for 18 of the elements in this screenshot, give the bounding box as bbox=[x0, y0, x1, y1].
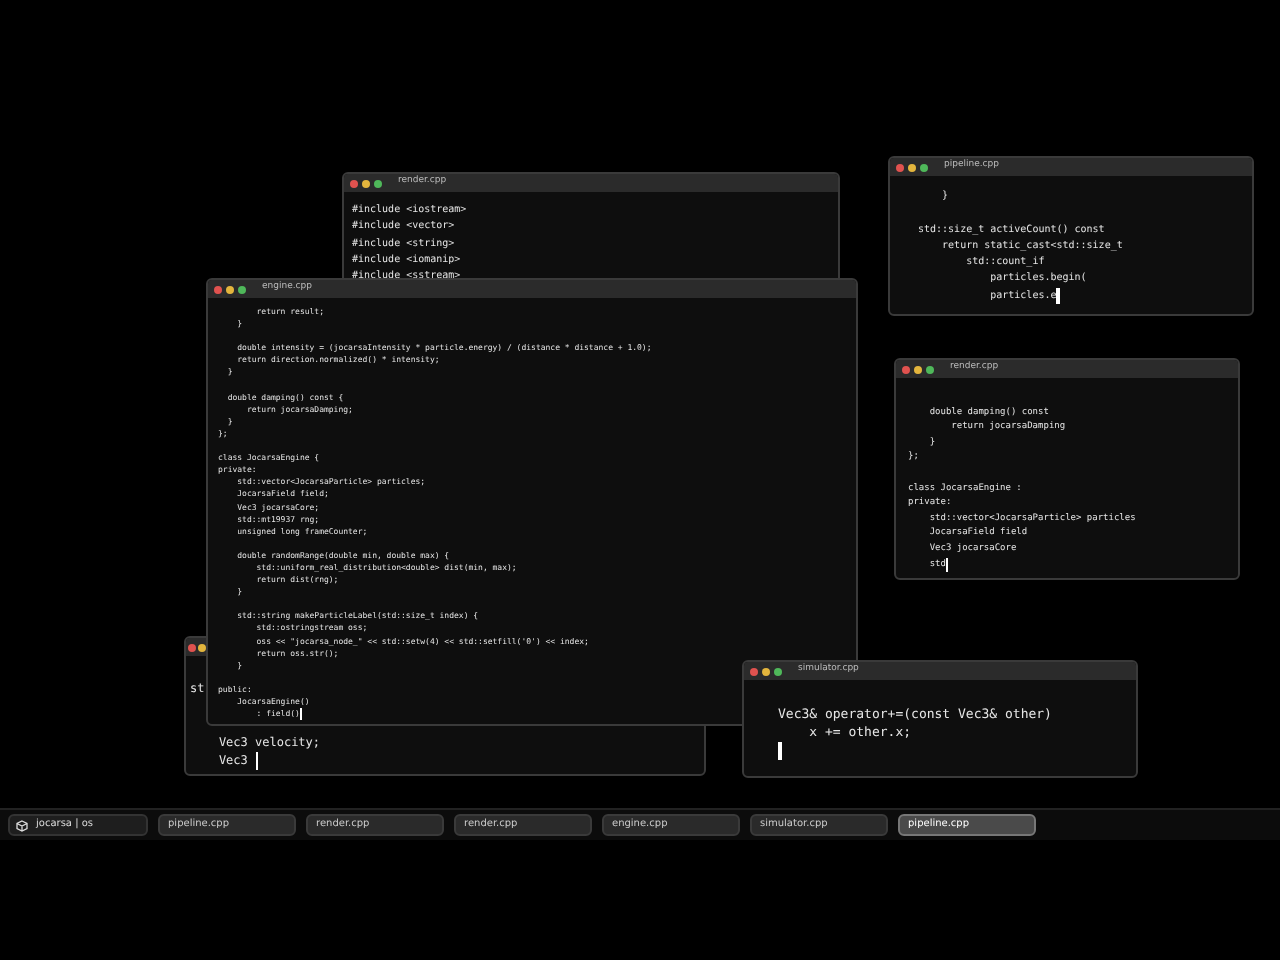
close-button[interactable] bbox=[350, 179, 358, 187]
close-button[interactable] bbox=[896, 163, 904, 171]
minimize-button[interactable] bbox=[362, 179, 370, 187]
close-button[interactable] bbox=[214, 285, 222, 293]
maximize-button[interactable] bbox=[238, 285, 246, 293]
maximize-button[interactable] bbox=[374, 179, 382, 187]
maximize-button[interactable] bbox=[774, 667, 782, 675]
minimize-button[interactable] bbox=[762, 667, 770, 675]
maximize-button[interactable] bbox=[926, 365, 934, 373]
cube-icon bbox=[16, 819, 28, 831]
maximize-button[interactable] bbox=[920, 163, 928, 171]
minimize-button[interactable] bbox=[198, 643, 206, 651]
close-button[interactable] bbox=[188, 643, 196, 651]
minimize-button[interactable] bbox=[914, 365, 922, 373]
minimize-button[interactable] bbox=[226, 285, 234, 293]
minimize-button[interactable] bbox=[908, 163, 916, 171]
close-button[interactable] bbox=[750, 667, 758, 675]
close-button[interactable] bbox=[902, 365, 910, 373]
